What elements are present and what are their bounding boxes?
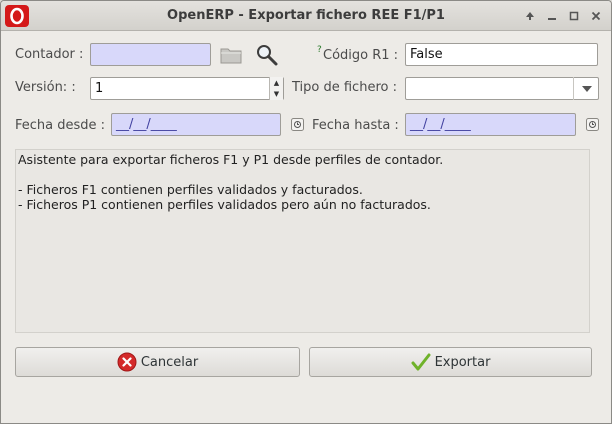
chevron-down-icon[interactable]: ▼ xyxy=(270,89,283,101)
cancel-button-label: Cancelar xyxy=(140,354,199,370)
fecha-desde-input[interactable]: __/__/____ xyxy=(111,113,281,136)
folder-icon[interactable] xyxy=(219,44,243,66)
checkmark-icon xyxy=(411,353,431,371)
cancel-button[interactable]: Cancelar xyxy=(15,347,300,377)
version-stepper[interactable]: ▲ ▼ xyxy=(269,77,283,100)
dialog-window: OpenERP - Exportar fichero REE F1/P1 Con… xyxy=(0,0,612,424)
contador-input[interactable] xyxy=(90,43,211,66)
maximize-icon[interactable] xyxy=(565,7,583,25)
version-input[interactable]: 1 xyxy=(90,77,284,100)
fecha-hasta-input[interactable]: __/__/____ xyxy=(405,113,576,136)
export-button-label: Exportar xyxy=(434,354,491,370)
codigo-r1-label: Código R1 : xyxy=(323,48,399,63)
info-text: Asistente para exportar ficheros F1 y P1… xyxy=(15,149,590,333)
close-icon[interactable] xyxy=(587,7,605,25)
tipo-fichero-select[interactable] xyxy=(405,77,599,100)
fecha-desde-label: Fecha desde : xyxy=(15,118,106,133)
tipo-fichero-label: Tipo de fichero : xyxy=(292,80,397,95)
calendar-icon[interactable] xyxy=(290,117,304,131)
help-mark[interactable]: ? xyxy=(317,45,322,55)
version-label: Versión: : xyxy=(15,80,76,95)
search-icon[interactable] xyxy=(254,42,280,68)
title-bar[interactable]: OpenERP - Exportar fichero REE F1/P1 xyxy=(1,1,611,31)
minimize-icon[interactable] xyxy=(543,7,561,25)
window-up-icon[interactable] xyxy=(521,7,539,25)
dropdown-arrow-icon[interactable] xyxy=(573,77,599,100)
calendar-icon[interactable] xyxy=(585,117,599,131)
contador-label: Contador : xyxy=(15,47,84,62)
fecha-hasta-label: Fecha hasta : xyxy=(312,118,399,133)
window-title: OpenERP - Exportar fichero REE F1/P1 xyxy=(167,8,445,23)
codigo-r1-input[interactable]: False xyxy=(405,43,598,66)
export-button[interactable]: Exportar xyxy=(309,347,592,377)
chevron-up-icon[interactable]: ▲ xyxy=(270,77,283,89)
cancel-icon xyxy=(117,352,137,372)
